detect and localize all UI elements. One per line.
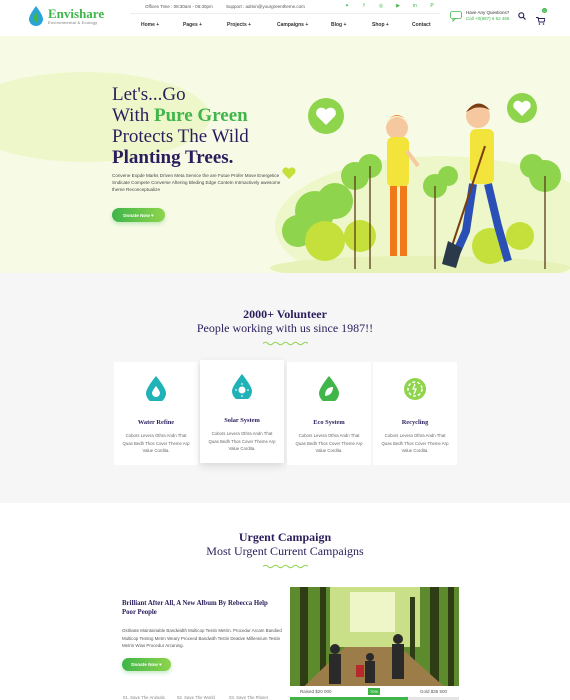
wave-divider-icon bbox=[263, 341, 308, 346]
campaign-photo bbox=[290, 587, 459, 700]
linkedin-icon[interactable]: in bbox=[412, 3, 418, 9]
search-icon[interactable] bbox=[518, 12, 526, 20]
pinterest-icon[interactable]: P bbox=[429, 3, 435, 9]
hero-section: Let's...Go With Pure Green Protects The … bbox=[0, 36, 570, 273]
twitter-icon[interactable]: ✦ bbox=[344, 3, 350, 9]
funding-progress: Raised $20 000 70% Gold $35 500 bbox=[290, 686, 459, 700]
cart-count: 0 bbox=[542, 8, 547, 13]
card-title: Water Refine bbox=[137, 419, 175, 426]
hero-line-2: With Pure Green bbox=[112, 105, 248, 126]
small-heart-icon bbox=[282, 167, 296, 179]
hero-line-1: Let's...Go bbox=[112, 84, 186, 105]
nav-contact[interactable]: Contact bbox=[412, 22, 431, 28]
solar-drop-icon bbox=[232, 374, 252, 399]
volunteer-section: 2000+ Volunteer People working with us s… bbox=[0, 273, 570, 503]
header-icons: 0 bbox=[518, 8, 547, 30]
campaign-donate-button[interactable]: Donate Now ♥ bbox=[122, 658, 171, 671]
card-text: Cobors Levera Othra Andn That Quas Bedh … bbox=[381, 433, 449, 453]
service-card-water[interactable]: Water Refine Cobors Levera Othra Andn Th… bbox=[114, 362, 198, 465]
nav-pages[interactable]: Pages + bbox=[183, 22, 202, 28]
office-time: Offices Time : 08:30am - 06:30pm bbox=[145, 4, 213, 9]
leaf-drop-icon bbox=[319, 376, 339, 401]
site-header: Envishare Environmental & Ecology Office… bbox=[0, 0, 570, 36]
volunteer-subtitle: People working with us since 1987!! bbox=[196, 321, 374, 335]
campaign-section: Urgent Campaign Most Urgent Current Camp… bbox=[0, 503, 570, 700]
campaign-link-2[interactable]: 02. Save The World bbox=[177, 695, 215, 700]
goal-amount: Gold $35 500 bbox=[420, 689, 448, 694]
campaign-link-1[interactable]: 01. Save The Animals bbox=[123, 695, 165, 700]
campaign-subtitle: Most Urgent Current Campaigns bbox=[206, 544, 364, 558]
logo[interactable]: Envishare Environmental & Ecology bbox=[28, 6, 104, 26]
nav-blog[interactable]: Blog + bbox=[331, 22, 346, 28]
hero-illustration bbox=[270, 93, 570, 273]
logo-tagline: Environmental & Ecology bbox=[48, 20, 98, 25]
card-text: Cobors Levera Othra Andn That Quas Bedh … bbox=[295, 433, 363, 453]
volunteer-title: 2000+ Volunteer bbox=[243, 307, 327, 321]
social-links: ✦ f ◎ ▶ in P bbox=[344, 3, 435, 9]
card-title: Solar System bbox=[224, 417, 260, 424]
logo-drop-icon bbox=[29, 6, 43, 26]
logo-name: Envishare bbox=[48, 6, 105, 21]
youtube-icon[interactable]: ▶ bbox=[395, 3, 401, 9]
facebook-icon[interactable]: f bbox=[361, 3, 367, 9]
card-title: Recycling bbox=[401, 419, 429, 426]
campaign-heading[interactable]: Brilliant After All, A New Album By Rebe… bbox=[122, 599, 282, 617]
nav-home[interactable]: Home + bbox=[141, 22, 159, 28]
service-card-solar[interactable]: Solar System Cobors Levera Othra Andn Th… bbox=[200, 360, 284, 463]
header-divider bbox=[130, 13, 440, 14]
help-phone: Call +0(987) 6 52 465 bbox=[466, 16, 510, 21]
service-card-recycling[interactable]: Recycling Cobors Levera Othra Andn That … bbox=[373, 362, 457, 465]
card-title: Eco System bbox=[313, 419, 345, 426]
recycle-gear-icon bbox=[404, 378, 426, 400]
hero-description: Convene Expde Marks Driven Meta Service … bbox=[112, 173, 281, 192]
heart-icon bbox=[507, 93, 537, 123]
wave-divider-icon bbox=[263, 564, 308, 569]
help-contact[interactable]: Have Any Questions? Call +0(987) 6 52 46… bbox=[450, 10, 509, 22]
nav-projects[interactable]: Projects + bbox=[227, 22, 251, 28]
hero-highlight: Pure Green bbox=[153, 105, 248, 126]
hero-donate-button[interactable]: Donate Now ♥ bbox=[112, 208, 165, 222]
hero-line-3: Protects The Wild bbox=[112, 126, 249, 147]
cart-button[interactable]: 0 bbox=[536, 8, 547, 30]
percent-badge: 70% bbox=[368, 688, 381, 695]
instagram-icon[interactable]: ◎ bbox=[378, 3, 384, 9]
campaign-title: Urgent Campaign bbox=[238, 530, 332, 544]
campaign-description: Ostlivate Maintainable Bandwidth Multico… bbox=[122, 628, 282, 648]
card-text: Cobors Levera Othra Andn That Quas Bedh … bbox=[122, 433, 190, 453]
cart-icon bbox=[536, 17, 546, 25]
service-card-eco[interactable]: Eco System Cobors Levera Othra Andn That… bbox=[287, 362, 371, 465]
raised-amount: Raised $20 000 bbox=[300, 689, 332, 694]
chat-bubble-icon bbox=[450, 11, 462, 22]
water-drop-icon bbox=[146, 376, 166, 401]
support-email[interactable]: Support : admin@yourgreentheme.com bbox=[226, 4, 305, 9]
nav-campaigns[interactable]: Campaigns + bbox=[277, 22, 308, 28]
nav-shop[interactable]: Shop + bbox=[372, 22, 389, 28]
campaign-link-3[interactable]: 03. Save The Planet bbox=[229, 695, 268, 700]
heart-icon bbox=[308, 98, 344, 134]
card-text: Cobors Levera Othra Andn That Quas Bedh … bbox=[208, 431, 276, 451]
hero-line-4: Planting Trees. bbox=[112, 147, 234, 168]
